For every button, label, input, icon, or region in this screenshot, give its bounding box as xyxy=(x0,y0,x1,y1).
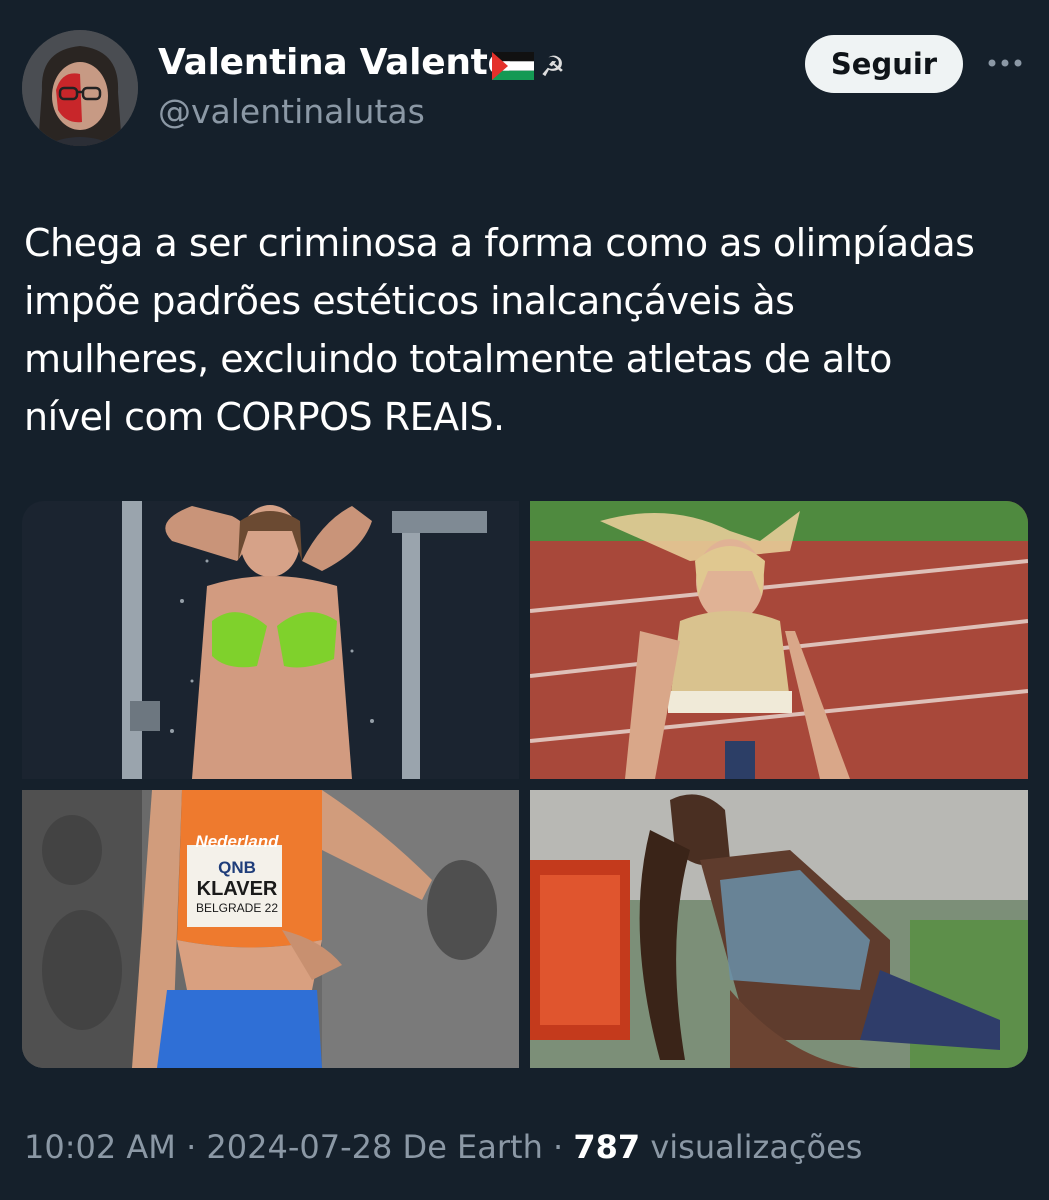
views-count[interactable]: 787 xyxy=(573,1128,640,1166)
follow-button[interactable]: Seguir xyxy=(805,35,963,93)
bib-team: Nederland xyxy=(195,832,279,851)
meta-separator: · xyxy=(175,1128,207,1166)
tweet-header: Valentina Valente ☭ @valentinalutas Segu… xyxy=(0,0,1049,160)
tweet-source: De Earth xyxy=(392,1128,543,1166)
views-label: visualizações xyxy=(640,1128,863,1166)
bib-text: Nederland QNB KLAVER BELGRADE 22 xyxy=(182,832,292,915)
photo-4[interactable] xyxy=(530,790,1028,1068)
author-display-name[interactable]: Valentina Valente xyxy=(158,42,512,83)
tweet-text: Chega a ser criminosa a forma como as ol… xyxy=(24,221,975,439)
hammer-sickle-icon: ☭ xyxy=(540,50,566,83)
bib-sponsor: QNB xyxy=(218,858,256,877)
meta-separator-2: · xyxy=(542,1128,574,1166)
bib-surname: KLAVER xyxy=(196,878,278,900)
photo-1[interactable] xyxy=(22,501,519,779)
photo-2[interactable] xyxy=(530,501,1028,779)
palestine-flag-icon xyxy=(492,52,534,80)
tweet-time[interactable]: 10:02 AM xyxy=(24,1128,176,1166)
media-grid: Nederland QNB KLAVER BELGRADE 22 xyxy=(22,501,1028,1068)
author-handle[interactable]: @valentinalutas xyxy=(158,92,425,131)
tweet-meta: 10:02 AM · 2024-07-28 De Earth · 787 vis… xyxy=(24,1128,862,1166)
tweet-date[interactable]: 2024-07-28 xyxy=(206,1128,392,1166)
photo-3[interactable]: Nederland QNB KLAVER BELGRADE 22 xyxy=(22,790,519,1068)
bib-event: BELGRADE 22 xyxy=(195,901,279,915)
more-dots-icon[interactable] xyxy=(986,55,1024,71)
avatar[interactable] xyxy=(22,30,138,146)
